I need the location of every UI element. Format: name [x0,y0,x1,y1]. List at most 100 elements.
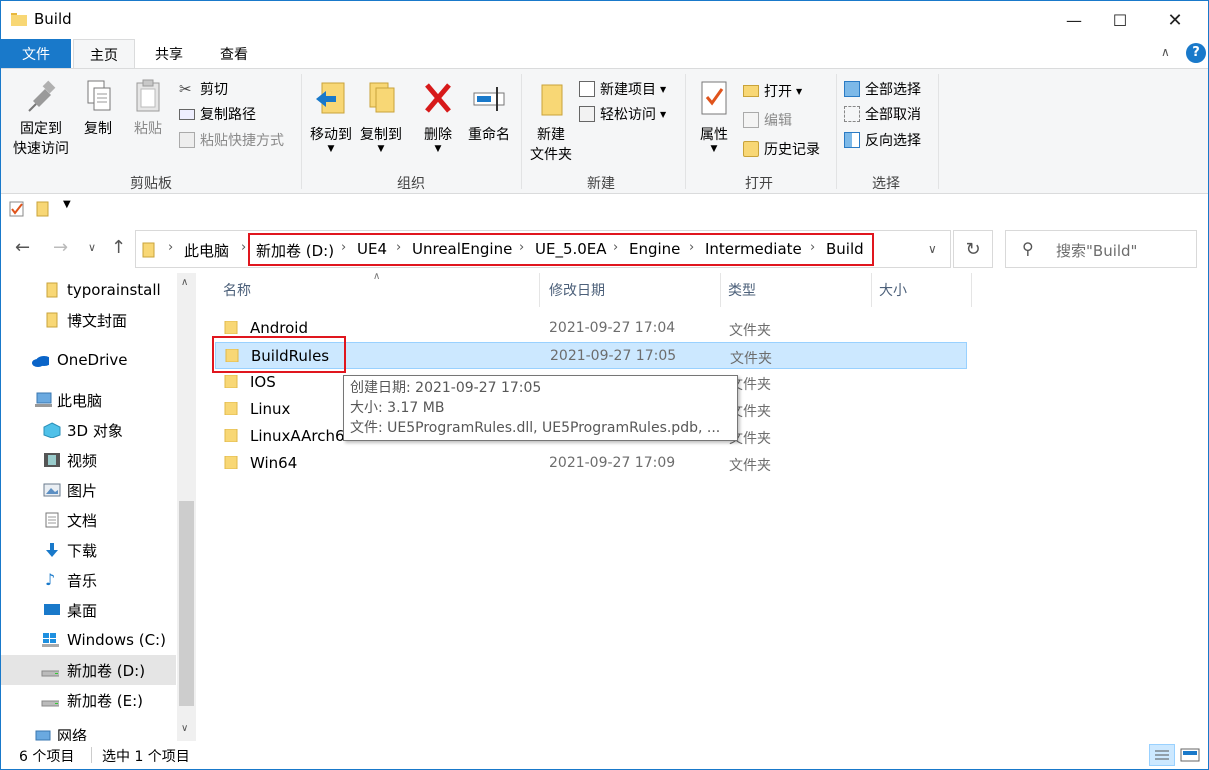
column-separator[interactable] [539,273,540,307]
maximize-button[interactable]: ☐ [1097,1,1143,39]
nav-item-bowen-cover[interactable]: 博文封面 [1,305,176,335]
move-to-button[interactable]: 移动到 ▼ [307,79,355,154]
scroll-up-icon[interactable]: ∧ [181,277,188,288]
open-button[interactable]: 打开 ▼ [743,79,802,103]
minimize-button[interactable]: — [1051,1,1097,39]
copy-to-button[interactable]: 复制到 ▼ [357,79,405,154]
group-label-select: 选择 [872,176,900,192]
tooltip-size: 大小: 3.17 MB [350,400,445,416]
dropdown-arrow-icon: ▼ [327,144,335,154]
properties-check-icon[interactable] [9,201,25,217]
nav-item-pictures[interactable]: 图片 [1,475,176,505]
ribbon-tabs: 文件 主页 共享 查看 ∧ ? [1,39,1208,69]
search-input[interactable]: ⚲ 搜索"Build" [1005,230,1197,268]
move-to-icon [316,82,345,114]
tab-file[interactable]: 文件 [1,39,71,69]
scrollbar-thumb[interactable] [179,501,194,706]
up-arrow-icon[interactable]: ↑ [111,237,126,258]
annotation-highlight-buildrules [212,336,346,373]
recent-locations-icon[interactable]: ∨ [88,241,96,254]
drive-icon [41,670,59,677]
column-header-name[interactable]: 名称 [223,273,251,307]
scroll-down-icon[interactable]: ∨ [181,723,188,734]
column-separator[interactable] [871,273,872,307]
drive-icon [41,700,59,707]
rename-button[interactable]: 重命名 [463,79,515,145]
forward-arrow-icon[interactable]: → [53,237,68,258]
nav-item-drive-c[interactable]: Windows (C:) [1,625,176,655]
help-icon[interactable]: ? [1186,43,1206,63]
details-view-button[interactable] [1149,744,1175,766]
edit-pencil-icon [743,112,759,128]
column-separator[interactable] [971,273,972,307]
properties-button[interactable]: 属性 ▼ [691,79,737,154]
large-icons-view-icon [1180,748,1200,762]
paste-button[interactable]: 粘贴 [127,79,169,139]
tab-home[interactable]: 主页 [73,39,135,69]
desktop-icon [44,604,60,615]
folder-icon [46,312,58,328]
tab-view[interactable]: 查看 [206,39,262,69]
refresh-button[interactable]: ↻ [953,230,993,268]
nav-item-drive-e[interactable]: 新加卷 (E:) [1,685,176,715]
tab-share[interactable]: 共享 [141,39,197,69]
nav-item-this-pc[interactable]: 此电脑 [1,385,176,415]
close-button[interactable]: ✕ [1152,1,1198,39]
group-separator [685,74,686,189]
file-row-win64[interactable]: Win64 2021-09-27 17:09 文件夹 [215,450,967,477]
pin-quick-access-button[interactable]: 固定到 快速访问 [9,79,73,159]
nav-item-downloads[interactable]: 下载 [1,535,176,565]
nav-scrollbar[interactable]: ∧ ∨ [177,273,196,741]
select-none-icon [844,106,860,122]
column-header-type[interactable]: 类型 [728,273,756,307]
cut-button[interactable]: ✂ 剪切 [179,77,228,101]
invert-selection-button[interactable]: 反向选择 [844,128,921,152]
copy-to-icon [369,82,395,113]
folder-icon [142,242,155,258]
music-note-icon: ♪ [45,570,56,589]
folder-icon [224,402,238,415]
dropdown-arrow-icon: ▼ [796,86,803,96]
column-header-size[interactable]: 大小 [879,273,907,307]
copy-path-button[interactable]: 复制路径 [179,102,256,126]
new-folder-button[interactable]: 新建 文件夹 [526,79,576,165]
dropdown-arrow-icon: ▼ [660,109,667,119]
delete-button[interactable]: 删除 ▼ [415,79,461,154]
easy-access-button[interactable]: 轻松访问 ▼ [579,102,666,126]
copy-button[interactable]: 复制 [77,79,119,139]
paste-shortcut-button[interactable]: 粘贴快捷方式 [179,128,284,152]
document-icon [45,512,59,528]
nav-item-drive-d[interactable]: 新加卷 (D:) [1,655,176,685]
chevron-up-icon[interactable]: ∧ [1161,45,1170,59]
nav-item-videos[interactable]: 视频 [1,445,176,475]
column-separator[interactable] [720,273,721,307]
nav-item-typorainstall[interactable]: typorainstall [1,275,176,305]
chevron-down-icon[interactable]: ∨ [928,242,937,256]
customize-toolbar-icon[interactable]: ▼ [63,199,71,210]
select-all-button[interactable]: 全部选择 [844,77,921,101]
chevron-right-icon[interactable]: › [241,240,246,255]
dropdown-arrow-icon: ▼ [710,144,718,154]
address-bar[interactable]: › 此电脑 › 新加卷 (D:) › UE4 › UnrealEngine › … [135,230,951,268]
edit-button[interactable]: 编辑 [743,108,792,132]
nav-item-desktop[interactable]: 桌面 [1,595,176,625]
column-header-modified[interactable]: 修改日期 [549,273,605,307]
nav-item-music[interactable]: ♪ 音乐 [1,565,176,595]
nav-item-documents[interactable]: 文档 [1,505,176,535]
new-item-button[interactable]: 新建项目 ▼ [579,77,666,101]
nav-item-3d-objects[interactable]: 3D 对象 [1,415,176,445]
search-icon: ⚲ [1022,239,1034,258]
breadcrumb-this-pc[interactable]: 此电脑 [184,240,229,261]
nav-item-onedrive[interactable]: OneDrive [1,345,176,375]
folder-icon [224,375,238,388]
history-icon [743,141,759,157]
nav-item-network[interactable]: 网络 [1,723,176,741]
select-none-button[interactable]: 全部取消 [844,102,921,126]
group-separator [938,74,939,189]
chevron-right-icon[interactable]: › [168,240,173,255]
ribbon: 固定到 快速访问 复制 粘贴 ✂ 剪切 复制路径 粘贴快捷方式 剪贴板 移动到 [1,68,1208,194]
new-folder-icon[interactable] [35,201,51,217]
history-button[interactable]: 历史记录 [743,137,820,161]
back-arrow-icon[interactable]: ← [15,237,30,258]
large-icons-view-button[interactable] [1179,745,1201,765]
